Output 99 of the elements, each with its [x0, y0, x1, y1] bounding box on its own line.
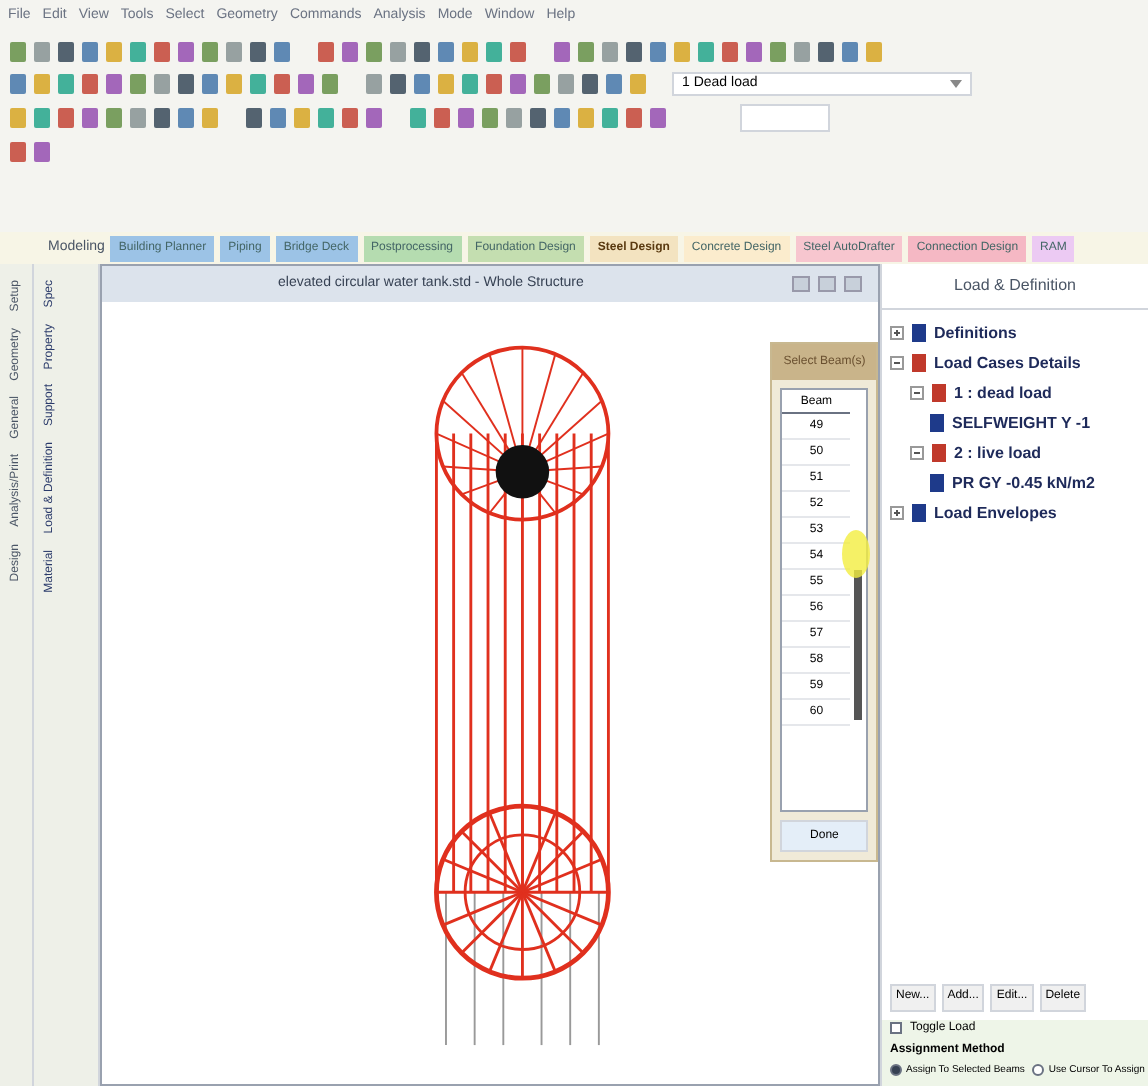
- toolbar-icon[interactable]: [504, 106, 524, 130]
- toolbar-icon[interactable]: [128, 106, 148, 130]
- toolbar-icon[interactable]: [744, 40, 764, 64]
- toolbar-icon[interactable]: [32, 140, 52, 164]
- toolbar-icon[interactable]: [576, 40, 596, 64]
- toolbar-icon[interactable]: [152, 40, 172, 64]
- toolbar-icon[interactable]: [604, 72, 624, 96]
- toolbar-icon[interactable]: [648, 106, 668, 130]
- toolbar-icon[interactable]: [412, 72, 432, 96]
- tree-item[interactable]: 2 : live load: [954, 441, 1042, 465]
- toolbar-icon[interactable]: [388, 40, 408, 64]
- toolbar-icon[interactable]: [316, 40, 336, 64]
- toolbar-icon[interactable]: [200, 40, 220, 64]
- toolbar-icon[interactable]: [624, 106, 644, 130]
- collapse-icon[interactable]: [910, 386, 924, 400]
- toolbar-icon[interactable]: [484, 40, 504, 64]
- toolbar-icon[interactable]: [80, 106, 100, 130]
- input-field[interactable]: [740, 104, 830, 132]
- toolbar-icon[interactable]: [8, 72, 28, 96]
- close-icon[interactable]: [844, 276, 862, 292]
- toolbar-icon[interactable]: [176, 40, 196, 64]
- toolbar-icon[interactable]: [768, 40, 788, 64]
- toolbar-icon[interactable]: [320, 72, 340, 96]
- toolbar-icon[interactable]: [104, 72, 124, 96]
- toolbar-icon[interactable]: [408, 106, 428, 130]
- toolbar-icon[interactable]: [508, 72, 528, 96]
- toolbar-icon[interactable]: [648, 40, 668, 64]
- toolbar-icon[interactable]: [456, 106, 476, 130]
- toolbar-icon[interactable]: [128, 72, 148, 96]
- toolbar-icon[interactable]: [388, 72, 408, 96]
- maximize-icon[interactable]: [818, 276, 836, 292]
- toolbar-icon[interactable]: [432, 106, 452, 130]
- toolbar-icon[interactable]: [552, 40, 572, 64]
- toolbar-icon[interactable]: [480, 106, 500, 130]
- minimize-icon[interactable]: [792, 276, 810, 292]
- toolbar-icon[interactable]: [56, 106, 76, 130]
- toolbar-icon[interactable]: [248, 40, 268, 64]
- tree-item[interactable]: Load Envelopes: [934, 501, 1057, 525]
- toolbar-icon[interactable]: [32, 40, 52, 64]
- toolbar-icon[interactable]: [364, 40, 384, 64]
- panel-title: Load & Definition: [952, 274, 1078, 298]
- toolbar-icon[interactable]: [296, 72, 316, 96]
- toolbar-icon[interactable]: [580, 72, 600, 96]
- toolbar-icon[interactable]: [272, 40, 292, 64]
- toolbar-icon[interactable]: [720, 40, 740, 64]
- toolbar-icon[interactable]: [32, 106, 52, 130]
- toolbar-icon[interactable]: [484, 72, 504, 96]
- toolbar-icon[interactable]: [200, 72, 220, 96]
- caret-icon: [950, 80, 962, 88]
- radio-button[interactable]: [890, 1064, 902, 1077]
- toolbar-icon[interactable]: [364, 72, 384, 96]
- expand-icon[interactable]: [890, 326, 904, 340]
- toolbar-icon[interactable]: [80, 40, 100, 64]
- collapse-icon[interactable]: [890, 356, 904, 370]
- toolbar-icon[interactable]: [460, 72, 480, 96]
- tree-item[interactable]: Load Cases Details: [934, 351, 1081, 375]
- toolbar-icon[interactable]: [528, 106, 548, 130]
- toolbar-icon[interactable]: [316, 106, 336, 130]
- tree-item[interactable]: SELFWEIGHT Y -1: [952, 411, 1091, 435]
- toolbar-icon[interactable]: [696, 40, 716, 64]
- toolbar-icon[interactable]: [56, 40, 76, 64]
- toolbar-icon[interactable]: [556, 72, 576, 96]
- toolbar-icon[interactable]: [600, 106, 620, 130]
- toolbar-icon[interactable]: [552, 106, 572, 130]
- tree-item[interactable]: Definitions: [934, 321, 1017, 345]
- toolbar-icon[interactable]: [104, 106, 124, 130]
- toolbar-icon[interactable]: [508, 40, 528, 64]
- toolbar-icon[interactable]: [248, 72, 268, 96]
- toolbar-icon[interactable]: [412, 40, 432, 64]
- toolbar-icon[interactable]: [268, 106, 288, 130]
- checkbox[interactable]: [890, 1022, 902, 1034]
- expand-icon[interactable]: [890, 506, 904, 520]
- toolbar-icon[interactable]: [80, 72, 100, 96]
- toolbar-icon[interactable]: [56, 72, 76, 96]
- toolbar-icon[interactable]: [436, 40, 456, 64]
- toolbar-icon[interactable]: [8, 40, 28, 64]
- toolbar-icon[interactable]: [340, 40, 360, 64]
- toolbar-icon[interactable]: [624, 40, 644, 64]
- toolbar-icon[interactable]: [532, 72, 552, 96]
- toolbar-icon[interactable]: [600, 40, 620, 64]
- toolbar-icon[interactable]: [792, 40, 812, 64]
- toolbar-icon[interactable]: [840, 40, 860, 64]
- toolbar-icon[interactable]: [176, 106, 196, 130]
- toolbar-icon[interactable]: [244, 106, 264, 130]
- toolbar-icon[interactable]: [8, 140, 28, 164]
- toolbar-icon[interactable]: [816, 40, 836, 64]
- toolbar-icon[interactable]: [272, 72, 292, 96]
- cursor-highlight-icon: [842, 530, 870, 578]
- toolbar-icon[interactable]: [224, 40, 244, 64]
- tree-item[interactable]: 1 : dead load: [954, 381, 1052, 405]
- radio-button[interactable]: [1032, 1064, 1045, 1077]
- toolbar-icon[interactable]: [176, 72, 196, 96]
- toolbar-icon[interactable]: [128, 40, 148, 64]
- toolbar-icon[interactable]: [152, 72, 172, 96]
- tree-item[interactable]: PR GY -0.45 kN/m2: [952, 471, 1095, 495]
- toolbar-icon[interactable]: [340, 106, 360, 130]
- toolbar-icon[interactable]: [152, 106, 172, 130]
- toolbar-icon[interactable]: [364, 106, 384, 130]
- collapse-icon[interactable]: [910, 446, 924, 460]
